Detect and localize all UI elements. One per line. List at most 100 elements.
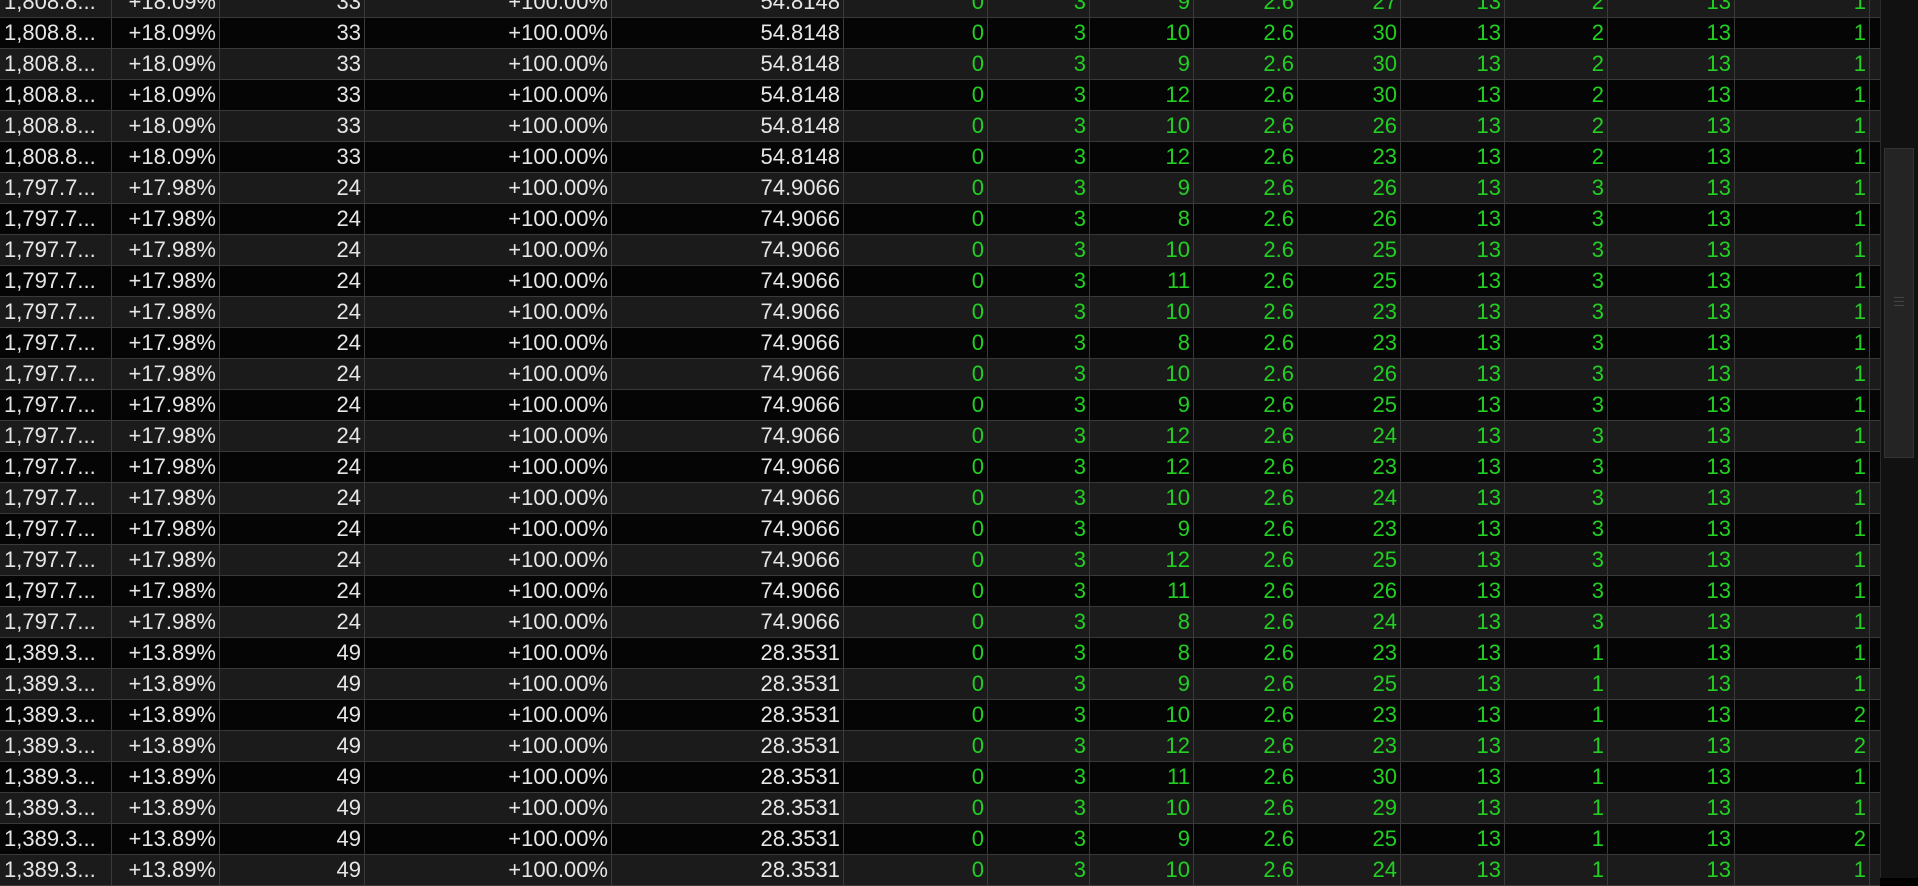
table-cell-col-h: 13 [1608,514,1735,544]
table-row[interactable]: 1,797.7... +17.98% 24 +100.00% 74.9066 0 3 11 2.… [0,576,1880,607]
table-cell-col-a: 0 [844,266,988,296]
table-cell-col-b: 3 [988,700,1090,730]
table-row[interactable]: 1,797.7... +17.98% 24 +100.00% 74.9066 0 3 9 2.6… [0,173,1880,204]
table-cell-col-b: 3 [988,576,1090,606]
table-cell-col-b: 3 [988,359,1090,389]
table-cell-col-d: 2.6 [1194,669,1298,699]
table-cell-col-h: 13 [1608,452,1735,482]
table-cell-col-b: 3 [988,18,1090,48]
table-row[interactable]: 1,389.3... +13.89% 49 +100.00% 28.3531 0 3 8 2.6… [0,638,1880,669]
table-cell-col-f: 13 [1401,142,1505,172]
table-cell-col-count: 24 [220,328,365,358]
table-cell-col-d: 2.6 [1194,266,1298,296]
table-cell-col-value: 1,389.3... [0,700,112,730]
table-cell-col-g: 1 [1505,762,1608,792]
table-cell-col-e: 25 [1298,390,1401,420]
table-cell-col-percent: +17.98% [112,607,220,637]
table-cell-col-i: 1 [1735,266,1870,296]
table-cell-col-percent: +17.98% [112,266,220,296]
table-row[interactable]: 1,389.3... +13.89% 49 +100.00% 28.3531 0 3 9 2.6… [0,824,1880,855]
table-cell-col-e: 30 [1298,762,1401,792]
table-cell-col-h: 13 [1608,142,1735,172]
table-cell-col-percent-2: +100.00% [365,266,612,296]
table-row[interactable]: 1,808.8... +18.09% 33 +100.00% 54.8148 0 3 10 2.… [0,111,1880,142]
table-cell-col-d: 2.6 [1194,49,1298,79]
table-cell-col-g: 3 [1505,390,1608,420]
table-cell-col-a: 0 [844,49,988,79]
table-cell-col-d: 2.6 [1194,173,1298,203]
table-row[interactable]: 1,797.7... +17.98% 24 +100.00% 74.9066 0 3 9 2.6… [0,390,1880,421]
table-cell-col-g: 3 [1505,328,1608,358]
table-cell-col-i: 1 [1735,638,1870,668]
table-row[interactable]: 1,808.8... +18.09% 33 +100.00% 54.8148 0 3 12 2.… [0,142,1880,173]
table-row[interactable]: 1,797.7... +17.98% 24 +100.00% 74.9066 0 3 8 2.6… [0,328,1880,359]
table-cell-col-percent: +17.98% [112,452,220,482]
table-row[interactable]: 1,797.7... +17.98% 24 +100.00% 74.9066 0 3 8 2.6… [0,204,1880,235]
table-row[interactable]: 1,389.3... +13.89% 49 +100.00% 28.3531 0 3 10 2.… [0,700,1880,731]
table-cell-col-percent: +17.98% [112,297,220,327]
table-cell-col-value: 1,797.7... [0,359,112,389]
table-cell-col-ratio: 74.9066 [612,576,844,606]
table-cell-col-percent-2: +100.00% [365,18,612,48]
table-cell-col-c: 12 [1090,452,1194,482]
table-row[interactable]: 1,808.8... +18.09% 33 +100.00% 54.8148 0 3 10 2.… [0,18,1880,49]
table-cell-col-count: 24 [220,359,365,389]
table-row[interactable]: 1,808.8... +18.09% 33 +100.00% 54.8148 0 3 9 2.6… [0,0,1880,18]
table-row[interactable]: 1,797.7... +17.98% 24 +100.00% 74.9066 0 3 12 2.… [0,452,1880,483]
table-cell-col-a: 0 [844,142,988,172]
table-cell-col-percent-2: +100.00% [365,669,612,699]
table-cell-col-g: 1 [1505,793,1608,823]
table-cell-col-b: 3 [988,607,1090,637]
table-cell-col-percent-2: +100.00% [365,111,612,141]
table-cell-col-d: 2.6 [1194,762,1298,792]
table-cell-col-b: 3 [988,173,1090,203]
table-cell-col-percent: +17.98% [112,328,220,358]
table-row[interactable]: 1,797.7... +17.98% 24 +100.00% 74.9066 0 3 12 2.… [0,545,1880,576]
table-row[interactable]: 1,797.7... +17.98% 24 +100.00% 74.9066 0 3 10 2.… [0,297,1880,328]
table-cell-col-value: 1,389.3... [0,638,112,668]
table-cell-col-g: 3 [1505,266,1608,296]
table-cell-col-percent-2: +100.00% [365,204,612,234]
table-row[interactable]: 1,797.7... +17.98% 24 +100.00% 74.9066 0 3 10 2.… [0,483,1880,514]
table-cell-col-percent-2: +100.00% [365,359,612,389]
table-row[interactable]: 1,797.7... +17.98% 24 +100.00% 74.9066 0 3 10 2.… [0,235,1880,266]
table-cell-col-count: 49 [220,731,365,761]
table-cell-col-b: 3 [988,452,1090,482]
table-cell-col-count: 33 [220,80,365,110]
table-cell-col-percent: +17.98% [112,576,220,606]
table-cell-col-f: 13 [1401,0,1505,17]
table-cell-col-value: 1,797.7... [0,545,112,575]
table-row[interactable]: 1,797.7... +17.98% 24 +100.00% 74.9066 0 3 12 2.… [0,421,1880,452]
table-row[interactable]: 1,808.8... +18.09% 33 +100.00% 54.8148 0 3 12 2.… [0,80,1880,111]
table-cell-col-i: 1 [1735,545,1870,575]
table-row[interactable]: 1,389.3... +13.89% 49 +100.00% 28.3531 0 3 12 2.… [0,731,1880,762]
table-row[interactable]: 1,797.7... +17.98% 24 +100.00% 74.9066 0 3 11 2.… [0,266,1880,297]
table-row[interactable]: 1,797.7... +17.98% 24 +100.00% 74.9066 0 3 8 2.6… [0,607,1880,638]
table-cell-col-percent-2: +100.00% [365,421,612,451]
table-cell-col-g: 1 [1505,824,1608,854]
table-row[interactable]: 1,808.8... +18.09% 33 +100.00% 54.8148 0 3 9 2.6… [0,49,1880,80]
table-cell-col-percent: +13.89% [112,731,220,761]
table-row[interactable]: 1,797.7... +17.98% 24 +100.00% 74.9066 0 3 9 2.6… [0,514,1880,545]
table-cell-col-count: 33 [220,18,365,48]
table-row[interactable]: 1,389.3... +13.89% 49 +100.00% 28.3531 0 3 10 2.… [0,855,1880,886]
table-cell-col-count: 49 [220,700,365,730]
table-cell-col-i: 1 [1735,452,1870,482]
table-row[interactable]: 1,389.3... +13.89% 49 +100.00% 28.3531 0 3 11 2.… [0,762,1880,793]
table-cell-col-value: 1,797.7... [0,297,112,327]
table-cell-col-e: 24 [1298,607,1401,637]
table-row[interactable]: 1,389.3... +13.89% 49 +100.00% 28.3531 0 3 9 2.6… [0,669,1880,700]
table-cell-col-ratio: 74.9066 [612,235,844,265]
table-cell-col-d: 2.6 [1194,18,1298,48]
table-cell-col-d: 2.6 [1194,0,1298,17]
table-cell-col-percent-2: +100.00% [365,762,612,792]
table-cell-col-h: 13 [1608,824,1735,854]
table-cell-col-d: 2.6 [1194,452,1298,482]
table-cell-col-a: 0 [844,297,988,327]
table-row[interactable]: 1,797.7... +17.98% 24 +100.00% 74.9066 0 3 10 2.… [0,359,1880,390]
table-cell-col-c: 10 [1090,793,1194,823]
table-row[interactable]: 1,389.3... +13.89% 49 +100.00% 28.3531 0 3 10 2.… [0,793,1880,824]
table-cell-col-percent: +17.98% [112,483,220,513]
table-cell-col-value: 1,808.8... [0,80,112,110]
table-cell-col-a: 0 [844,545,988,575]
